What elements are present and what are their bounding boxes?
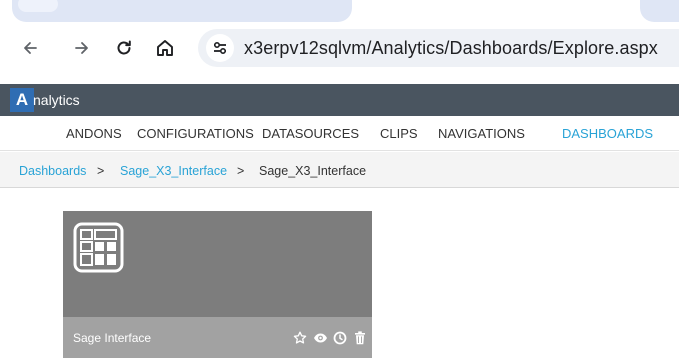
breadcrumb-sage-x3-interface-link[interactable]: Sage_X3_Interface xyxy=(120,164,227,178)
trash-icon[interactable] xyxy=(352,330,368,346)
breadcrumb: Dashboards > Sage_X3_Interface > Sage_X3… xyxy=(0,152,679,188)
browser-tab-partial[interactable] xyxy=(640,0,679,22)
browser-tab-strip xyxy=(0,0,679,22)
url-text[interactable]: x3erpv12sqlvm/Analytics/Dashboards/Explo… xyxy=(244,38,658,59)
app-name: nalytics xyxy=(33,92,80,108)
menu-item-datasources[interactable]: DATASOURCES xyxy=(262,126,359,141)
tile-footer: Sage Interface xyxy=(63,317,372,358)
eye-icon[interactable] xyxy=(312,330,328,346)
menu-item-configurations[interactable]: CONFIGURATIONS xyxy=(137,126,254,141)
browser-toolbar: x3erpv12sqlvm/Analytics/Dashboards/Explo… xyxy=(0,26,679,70)
address-bar[interactable]: x3erpv12sqlvm/Analytics/Dashboards/Explo… xyxy=(198,29,679,67)
tile-actions xyxy=(292,330,368,346)
menu-item-dashboards[interactable]: DASHBOARDS xyxy=(562,126,653,141)
menu-item-andons[interactable]: ANDONS xyxy=(66,126,122,141)
clock-icon[interactable] xyxy=(332,330,348,346)
home-icon[interactable] xyxy=(153,36,177,60)
dashboard-grid-icon xyxy=(73,222,124,273)
main-menu: ANDONS CONFIGURATIONS DATASOURCES CLIPS … xyxy=(0,116,679,151)
dashboard-tile[interactable]: Sage Interface xyxy=(63,211,372,358)
menu-item-navigations[interactable]: NAVIGATIONS xyxy=(438,126,525,141)
app-logo[interactable]: A xyxy=(10,88,34,112)
breadcrumb-separator: > xyxy=(237,164,245,178)
star-icon[interactable] xyxy=(292,330,308,346)
forward-arrow-icon[interactable] xyxy=(70,36,94,60)
breadcrumb-separator: > xyxy=(97,164,105,178)
tile-title[interactable]: Sage Interface xyxy=(73,331,151,345)
menu-item-clips[interactable]: CLIPS xyxy=(380,126,418,141)
back-arrow-icon[interactable] xyxy=(18,36,42,60)
app-header: A nalytics xyxy=(0,84,679,116)
tab-favicon-area xyxy=(18,0,58,12)
browser-tab[interactable] xyxy=(12,0,352,22)
site-settings-icon[interactable] xyxy=(206,34,234,62)
breadcrumb-current: Sage_X3_Interface xyxy=(259,164,367,178)
reload-icon[interactable] xyxy=(112,36,136,60)
breadcrumb-dashboards[interactable]: Dashboards xyxy=(19,164,86,178)
